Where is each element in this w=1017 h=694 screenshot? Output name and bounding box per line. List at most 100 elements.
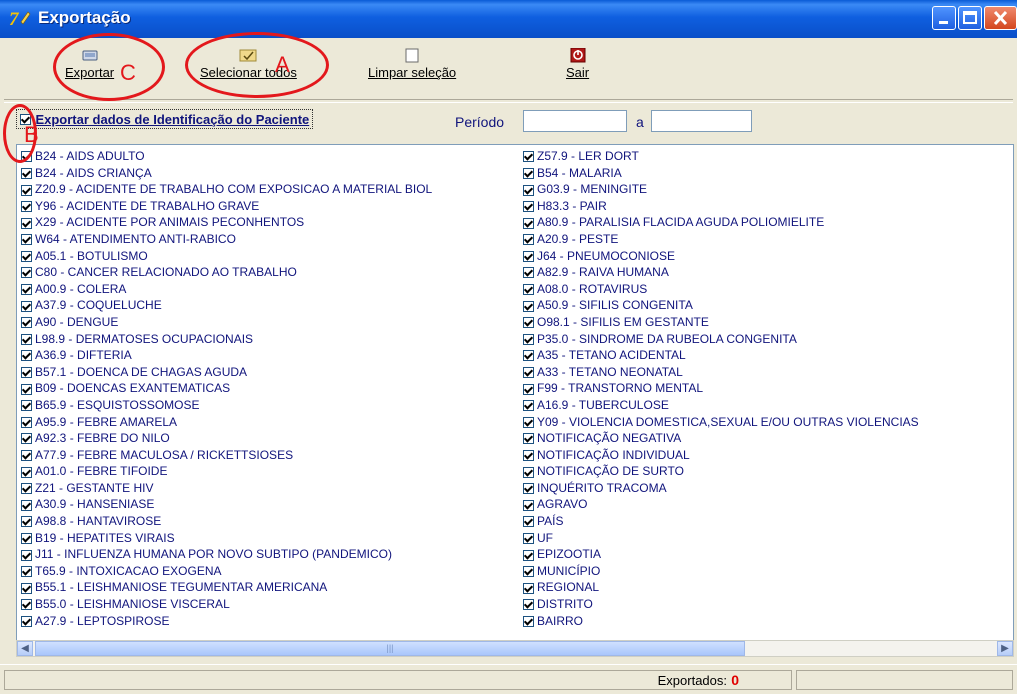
list-item-checkbox[interactable]: [21, 400, 32, 412]
list-item-checkbox[interactable]: [21, 350, 32, 362]
scroll-right-button[interactable]: ▶: [997, 641, 1013, 656]
list-item[interactable]: PAÍS: [523, 513, 919, 530]
title-bar[interactable]: 7 Exportação: [0, 0, 1017, 38]
close-button[interactable]: [984, 6, 1017, 30]
list-item[interactable]: INQUÉRITO TRACOMA: [523, 480, 919, 497]
list-item[interactable]: B55.0 - LEISHMANIOSE VISCERAL: [21, 596, 432, 613]
list-item[interactable]: A27.9 - LEPTOSPIROSE: [21, 613, 432, 630]
list-item[interactable]: UF: [523, 530, 919, 547]
list-item-checkbox[interactable]: [523, 433, 534, 445]
list-item-checkbox[interactable]: [21, 201, 32, 213]
list-item-checkbox[interactable]: [21, 466, 32, 478]
list-item-checkbox[interactable]: [523, 151, 534, 163]
list-item-checkbox[interactable]: [21, 217, 32, 229]
list-item-checkbox[interactable]: [523, 566, 534, 578]
period-to-field[interactable]: [651, 110, 752, 132]
list-item[interactable]: A00.9 - COLERA: [21, 281, 432, 298]
list-item-checkbox[interactable]: [21, 433, 32, 445]
list-item-checkbox[interactable]: [21, 284, 32, 296]
list-item[interactable]: A92.3 - FEBRE DO NILO: [21, 430, 432, 447]
list-item-checkbox[interactable]: [21, 383, 32, 395]
list-item-checkbox[interactable]: [21, 333, 32, 345]
scroll-thumb[interactable]: |||: [35, 641, 745, 656]
list-item[interactable]: A33 - TETANO NEONATAL: [523, 364, 919, 381]
list-item[interactable]: EPIZOOTIA: [523, 546, 919, 563]
list-item[interactable]: A05.1 - BOTULISMO: [21, 248, 432, 265]
list-item-checkbox[interactable]: [523, 284, 534, 296]
list-item[interactable]: B24 - AIDS ADULTO: [21, 148, 432, 165]
list-item[interactable]: B54 - MALARIA: [523, 165, 919, 182]
list-item-checkbox[interactable]: [523, 234, 534, 246]
list-item-checkbox[interactable]: [523, 532, 534, 544]
list-item[interactable]: A36.9 - DIFTERIA: [21, 347, 432, 364]
list-item-checkbox[interactable]: [523, 217, 534, 229]
list-item-checkbox[interactable]: [21, 267, 32, 279]
list-item-checkbox[interactable]: [523, 499, 534, 511]
list-item[interactable]: B57.1 - DOENCA DE CHAGAS AGUDA: [21, 364, 432, 381]
list-item[interactable]: MUNICÍPIO: [523, 563, 919, 580]
list-item[interactable]: Z57.9 - LER DORT: [523, 148, 919, 165]
list-item-checkbox[interactable]: [523, 466, 534, 478]
list-item-checkbox[interactable]: [523, 317, 534, 329]
list-item-checkbox[interactable]: [523, 400, 534, 412]
list-item[interactable]: B19 - HEPATITES VIRAIS: [21, 530, 432, 547]
list-item-checkbox[interactable]: [523, 167, 534, 179]
list-item-checkbox[interactable]: [523, 300, 534, 312]
list-item[interactable]: REGIONAL: [523, 579, 919, 596]
list-item-checkbox[interactable]: [523, 615, 534, 627]
list-item[interactable]: NOTIFICAÇÃO INDIVIDUAL: [523, 447, 919, 464]
list-item[interactable]: A98.8 - HANTAVIROSE: [21, 513, 432, 530]
list-item-checkbox[interactable]: [523, 383, 534, 395]
list-item-checkbox[interactable]: [21, 615, 32, 627]
list-item[interactable]: A37.9 - COQUELUCHE: [21, 297, 432, 314]
list-item-checkbox[interactable]: [523, 201, 534, 213]
list-item-checkbox[interactable]: [523, 250, 534, 262]
list-item-checkbox[interactable]: [21, 250, 32, 262]
list-item-checkbox[interactable]: [21, 532, 32, 544]
list-item[interactable]: C80 - CANCER RELACIONADO AO TRABALHO: [21, 264, 432, 281]
list-item[interactable]: T65.9 - INTOXICACAO EXOGENA: [21, 563, 432, 580]
clear-selection-button[interactable]: Limpar seleção: [368, 48, 456, 80]
list-item[interactable]: F99 - TRANSTORNO MENTAL: [523, 380, 919, 397]
list-item[interactable]: AGRAVO: [523, 496, 919, 513]
list-item-checkbox[interactable]: [21, 167, 32, 179]
list-item-checkbox[interactable]: [523, 267, 534, 279]
list-item[interactable]: A30.9 - HANSENIASE: [21, 496, 432, 513]
list-item-checkbox[interactable]: [523, 516, 534, 528]
list-item-checkbox[interactable]: [21, 483, 32, 495]
maximize-button[interactable]: [958, 6, 982, 30]
list-item-checkbox[interactable]: [523, 350, 534, 362]
list-item[interactable]: J64 - PNEUMOCONIOSE: [523, 248, 919, 265]
list-item-checkbox[interactable]: [523, 582, 534, 594]
list-item[interactable]: P35.0 - SINDROME DA RUBEOLA CONGENITA: [523, 331, 919, 348]
list-item[interactable]: A82.9 - RAIVA HUMANA: [523, 264, 919, 281]
list-item[interactable]: A35 - TETANO ACIDENTAL: [523, 347, 919, 364]
list-item[interactable]: A50.9 - SIFILIS CONGENITA: [523, 297, 919, 314]
list-item[interactable]: B65.9 - ESQUISTOSSOMOSE: [21, 397, 432, 414]
list-item[interactable]: B09 - DOENCAS EXANTEMATICAS: [21, 380, 432, 397]
list-item[interactable]: Z21 - GESTANTE HIV: [21, 480, 432, 497]
list-item[interactable]: A90 - DENGUE: [21, 314, 432, 331]
list-item-checkbox[interactable]: [523, 416, 534, 428]
list-item-checkbox[interactable]: [523, 483, 534, 495]
list-item-checkbox[interactable]: [21, 450, 32, 462]
list-item[interactable]: Y09 - VIOLENCIA DOMESTICA,SEXUAL E/OU OU…: [523, 414, 919, 431]
list-item-checkbox[interactable]: [21, 599, 32, 611]
list-item-checkbox[interactable]: [21, 184, 32, 196]
list-item[interactable]: X29 - ACIDENTE POR ANIMAIS PECONHENTOS: [21, 214, 432, 231]
list-item[interactable]: A16.9 - TUBERCULOSE: [523, 397, 919, 414]
list-item[interactable]: DISTRITO: [523, 596, 919, 613]
list-item[interactable]: A20.9 - PESTE: [523, 231, 919, 248]
list-item-checkbox[interactable]: [523, 367, 534, 379]
list-item-checkbox[interactable]: [21, 367, 32, 379]
list-item-checkbox[interactable]: [21, 317, 32, 329]
list-item[interactable]: B24 - AIDS CRIANÇA: [21, 165, 432, 182]
list-item[interactable]: G03.9 - MENINGITE: [523, 181, 919, 198]
list-item[interactable]: NOTIFICAÇÃO NEGATIVA: [523, 430, 919, 447]
list-item[interactable]: A95.9 - FEBRE AMARELA: [21, 414, 432, 431]
list-item[interactable]: A80.9 - PARALISIA FLACIDA AGUDA POLIOMIE…: [523, 214, 919, 231]
list-item[interactable]: NOTIFICAÇÃO DE SURTO: [523, 463, 919, 480]
list-item-checkbox[interactable]: [21, 416, 32, 428]
list-item[interactable]: H83.3 - PAIR: [523, 198, 919, 215]
list-item[interactable]: B55.1 - LEISHMANIOSE TEGUMENTAR AMERICAN…: [21, 579, 432, 596]
